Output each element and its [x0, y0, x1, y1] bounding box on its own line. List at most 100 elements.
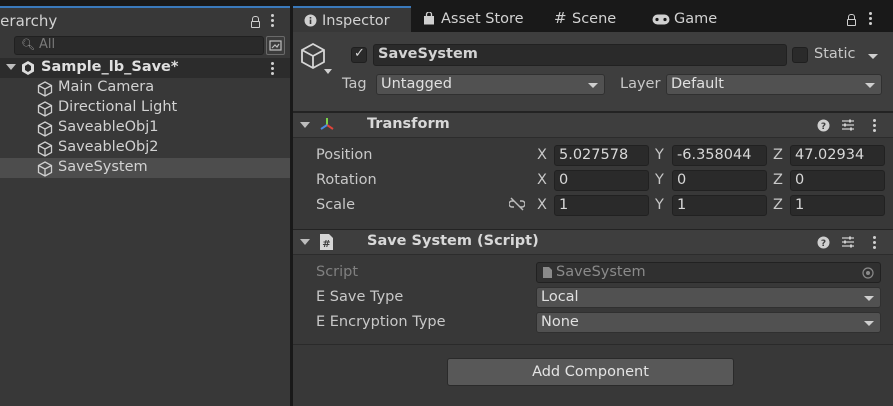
unlinked-scale-icon[interactable] [509, 197, 525, 211]
rotation-x-axis[interactable]: X [537, 172, 547, 188]
svg-text:#: # [322, 239, 330, 250]
inspector-lock-icon[interactable] [847, 14, 856, 26]
layer-value: Default [671, 76, 724, 92]
svg-text:?: ? [821, 239, 826, 249]
rotation-z-value: 0 [795, 172, 805, 188]
inspector-panel: Inspector Asset Store # Scene Game ✓ Sav… [293, 0, 893, 406]
gameobject-cube-icon [37, 121, 53, 137]
scale-y-field[interactable]: 1 [672, 195, 767, 216]
scale-z-field[interactable]: 1 [790, 195, 885, 216]
save-type-dropdown[interactable]: Local [536, 287, 881, 308]
gameobject-name-input[interactable]: SaveSystem [373, 44, 787, 66]
position-z-axis[interactable]: Z [773, 147, 783, 163]
hierarchy-item-label: Directional Light [58, 99, 178, 115]
kebab-menu-icon[interactable] [271, 14, 275, 29]
position-y-value: -6.358044 [677, 147, 752, 163]
fold-arrow-icon[interactable] [300, 122, 310, 128]
tab-hierarchy[interactable]: ierarchy [0, 6, 290, 32]
tab-scene[interactable]: # Scene [545, 6, 631, 32]
scene-visibility-button[interactable] [266, 36, 285, 55]
scale-x-axis[interactable]: X [537, 197, 547, 213]
gameobject-active-checkbox[interactable]: ✓ [351, 46, 367, 63]
gameobject-cube-icon [37, 101, 53, 117]
script-label: Script [316, 264, 359, 280]
encryption-type-value: None [541, 314, 579, 330]
component-menu-icon[interactable] [873, 119, 877, 134]
tag-value: Untagged [381, 76, 452, 92]
hierarchy-item-savesystem[interactable]: SaveSystem [0, 158, 290, 178]
add-component-button[interactable]: Add Component [447, 358, 734, 386]
scale-y-axis[interactable]: Y [655, 197, 664, 213]
tab-asset-store-label: Asset Store [441, 11, 524, 27]
gameobject-large-cube-icon[interactable] [299, 42, 327, 72]
tab-asset-store[interactable]: Asset Store [413, 6, 531, 32]
scale-x-field[interactable]: 1 [554, 195, 649, 216]
rotation-y-field[interactable]: 0 [672, 170, 767, 191]
grid-icon: # [554, 9, 567, 27]
chevron-down-icon [865, 83, 875, 88]
chevron-down-icon [864, 296, 874, 301]
tab-scene-label: Scene [572, 11, 617, 27]
chevron-down-icon [864, 321, 874, 326]
hierarchy-item-label: SaveSystem [58, 159, 148, 175]
position-x-axis[interactable]: X [537, 147, 547, 163]
unity-scene-icon [22, 61, 34, 75]
icon-picker-arrow-icon[interactable] [324, 69, 332, 74]
presets-icon[interactable] [841, 118, 855, 132]
rotation-y-axis[interactable]: Y [655, 172, 664, 188]
save-type-value: Local [541, 289, 579, 305]
script-value: SaveSystem [556, 264, 646, 280]
position-x-field[interactable]: 5.027578 [554, 145, 649, 166]
tag-label: Tag [342, 76, 367, 92]
rotation-x-field[interactable]: 0 [554, 170, 649, 191]
position-z-field[interactable]: 47.02934 [790, 145, 885, 166]
component-divider [293, 344, 893, 345]
fold-arrow-icon[interactable] [300, 239, 310, 245]
hierarchy-item-label: SaveableObj2 [58, 139, 159, 155]
chevron-down-icon [588, 83, 598, 88]
hierarchy-item-main-camera[interactable]: Main Camera [0, 78, 290, 98]
scene-menu-icon[interactable] [271, 62, 275, 77]
tag-dropdown[interactable]: Untagged [376, 74, 605, 95]
gamepad-icon [652, 14, 670, 25]
help-icon[interactable]: ? [817, 236, 830, 249]
layer-dropdown[interactable]: Default [666, 74, 882, 95]
hierarchy-search-input[interactable]: 🔍︎ All [14, 36, 264, 55]
rotation-z-axis[interactable]: Z [773, 172, 783, 188]
script-field[interactable]: SaveSystem [536, 262, 881, 283]
rotation-z-field[interactable]: 0 [790, 170, 885, 191]
hierarchy-item-saveableobj2[interactable]: SaveableObj2 [0, 138, 290, 158]
position-y-axis[interactable]: Y [655, 147, 664, 163]
hierarchy-item-label: Main Camera [58, 79, 155, 95]
hierarchy-item-saveableobj1[interactable]: SaveableObj1 [0, 118, 290, 138]
scene-fold-arrow-icon[interactable] [6, 64, 16, 70]
svg-text:?: ? [821, 122, 826, 132]
transform-header[interactable]: Transform ? [293, 112, 893, 138]
gameobject-cube-icon [37, 81, 53, 97]
hierarchy-panel: ierarchy 🔍︎ All Sample_lb_Save* Main Cam… [0, 0, 290, 406]
tab-inspector[interactable]: Inspector [293, 6, 411, 32]
help-icon[interactable]: ? [817, 119, 830, 132]
component-menu-icon[interactable] [873, 236, 877, 251]
hierarchy-item-directional-light[interactable]: Directional Light [0, 98, 290, 118]
save-type-label: E Save Type [316, 289, 404, 305]
scale-y-value: 1 [677, 197, 687, 213]
gameobject-cube-icon [37, 161, 53, 177]
inspector-menu-icon[interactable] [869, 12, 873, 27]
scene-row[interactable]: Sample_lb_Save* [0, 58, 290, 78]
encryption-type-dropdown[interactable]: None [536, 312, 881, 333]
scale-label: Scale [316, 197, 356, 213]
lock-icon[interactable] [251, 16, 260, 28]
tab-inspector-label: Inspector [322, 13, 390, 29]
static-checkbox[interactable] [792, 47, 808, 63]
tab-game[interactable]: Game [645, 6, 725, 32]
save-system-header[interactable]: # Save System (Script) ? [293, 229, 893, 255]
layer-label: Layer [620, 76, 661, 92]
presets-icon[interactable] [841, 235, 855, 249]
scale-z-axis[interactable]: Z [773, 197, 783, 213]
static-dropdown-arrow-icon[interactable] [868, 54, 878, 59]
tab-hierarchy-label: ierarchy [0, 12, 58, 30]
object-picker-icon[interactable] [862, 267, 874, 279]
position-y-field[interactable]: -6.358044 [672, 145, 767, 166]
gameobject-header: ✓ SaveSystem Static Tag Untagged Layer D… [293, 32, 893, 112]
